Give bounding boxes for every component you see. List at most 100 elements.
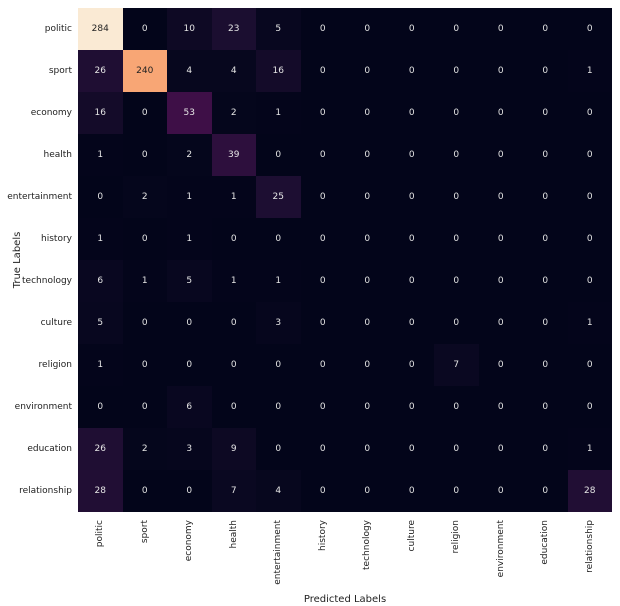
x-tick-label: relationship bbox=[585, 520, 595, 573]
heatmap-cell: 0 bbox=[568, 134, 613, 176]
heatmap-cell: 28 bbox=[78, 470, 123, 512]
heatmap-cell: 0 bbox=[345, 470, 390, 512]
heatmap-cell: 4 bbox=[212, 50, 257, 92]
heatmap-cell: 0 bbox=[390, 134, 435, 176]
y-tick-label: health bbox=[44, 150, 73, 160]
heatmap-cell: 5 bbox=[167, 260, 212, 302]
heatmap-cell: 16 bbox=[78, 92, 123, 134]
heatmap-cell: 5 bbox=[78, 302, 123, 344]
heatmap-cell: 0 bbox=[167, 344, 212, 386]
heatmap-cell: 0 bbox=[345, 344, 390, 386]
heatmap-cell: 0 bbox=[345, 176, 390, 218]
heatmap-cell: 1 bbox=[212, 260, 257, 302]
heatmap-cell: 0 bbox=[301, 176, 346, 218]
heatmap-cell: 0 bbox=[345, 302, 390, 344]
heatmap-cell: 0 bbox=[256, 344, 301, 386]
heatmap-cell: 1 bbox=[212, 176, 257, 218]
heatmap-cell: 0 bbox=[301, 386, 346, 428]
heatmap-cell: 6 bbox=[78, 260, 123, 302]
heatmap-cell: 0 bbox=[345, 218, 390, 260]
heatmap-cell: 0 bbox=[123, 92, 168, 134]
y-tick-label: sport bbox=[49, 66, 72, 76]
heatmap-cell: 0 bbox=[479, 344, 524, 386]
x-tick-label: environment bbox=[496, 520, 506, 577]
heatmap-cell: 0 bbox=[390, 8, 435, 50]
heatmap-cell: 0 bbox=[479, 218, 524, 260]
heatmap-cell: 0 bbox=[434, 134, 479, 176]
heatmap-cell: 0 bbox=[123, 344, 168, 386]
heatmap-cell: 0 bbox=[434, 218, 479, 260]
heatmap-cell: 0 bbox=[390, 92, 435, 134]
heatmap-cell: 6 bbox=[167, 386, 212, 428]
heatmap-cell: 0 bbox=[523, 92, 568, 134]
heatmap-cell: 0 bbox=[123, 470, 168, 512]
heatmap-cell: 0 bbox=[434, 428, 479, 470]
heatmap-cell: 26 bbox=[78, 50, 123, 92]
heatmap-cell: 4 bbox=[256, 470, 301, 512]
heatmap-cell: 53 bbox=[167, 92, 212, 134]
heatmap-cell: 1 bbox=[568, 428, 613, 470]
y-tick-label: environment bbox=[15, 402, 72, 412]
heatmap-cell: 0 bbox=[256, 218, 301, 260]
heatmap-cell: 1 bbox=[78, 218, 123, 260]
heatmap-cell: 0 bbox=[123, 302, 168, 344]
x-tick-label: entertainment bbox=[273, 520, 283, 585]
heatmap-cell: 0 bbox=[390, 428, 435, 470]
heatmap-cell: 0 bbox=[434, 302, 479, 344]
heatmap-cell: 0 bbox=[479, 134, 524, 176]
y-tick-label: technology bbox=[22, 276, 72, 286]
heatmap-cell: 28 bbox=[568, 470, 613, 512]
x-tick-label: politic bbox=[95, 520, 105, 547]
y-tick-label: entertainment bbox=[7, 192, 72, 202]
heatmap-cell: 39 bbox=[212, 134, 257, 176]
heatmap-cell: 0 bbox=[390, 344, 435, 386]
heatmap-cell: 16 bbox=[256, 50, 301, 92]
x-axis-label: Predicted Labels bbox=[304, 594, 386, 605]
heatmap-cell: 0 bbox=[479, 470, 524, 512]
heatmap-cell: 0 bbox=[167, 302, 212, 344]
heatmap-cell: 10 bbox=[167, 8, 212, 50]
heatmap-cell: 0 bbox=[301, 344, 346, 386]
y-tick-label: religion bbox=[39, 360, 72, 370]
y-tick-label: politic bbox=[45, 24, 72, 34]
heatmap-cell: 0 bbox=[301, 8, 346, 50]
heatmap-cell: 0 bbox=[78, 386, 123, 428]
heatmap-cell: 1 bbox=[167, 176, 212, 218]
heatmap-cell: 0 bbox=[479, 8, 524, 50]
heatmap-cell: 7 bbox=[212, 470, 257, 512]
heatmap-cell: 0 bbox=[479, 92, 524, 134]
x-tick-label: culture bbox=[407, 520, 417, 551]
heatmap-cell: 0 bbox=[523, 470, 568, 512]
heatmap-cell: 0 bbox=[78, 176, 123, 218]
heatmap-cell: 0 bbox=[123, 218, 168, 260]
y-tick-label: economy bbox=[31, 108, 72, 118]
heatmap-cell: 7 bbox=[434, 344, 479, 386]
heatmap-cell: 23 bbox=[212, 8, 257, 50]
heatmap-cell: 0 bbox=[568, 176, 613, 218]
heatmap-cell: 0 bbox=[256, 134, 301, 176]
heatmap-cell: 0 bbox=[301, 92, 346, 134]
heatmap-cell: 3 bbox=[167, 428, 212, 470]
heatmap-cell: 9 bbox=[212, 428, 257, 470]
x-tick-label: health bbox=[229, 520, 239, 549]
heatmap-cell: 0 bbox=[390, 470, 435, 512]
heatmap-cell: 0 bbox=[568, 218, 613, 260]
heatmap-cell: 0 bbox=[523, 134, 568, 176]
heatmap-cell: 0 bbox=[345, 92, 390, 134]
heatmap-cell: 284 bbox=[78, 8, 123, 50]
x-tick-label: economy bbox=[184, 520, 194, 561]
heatmap-grid: 2840102350000000262404416000000116053210… bbox=[78, 8, 612, 512]
x-tick-label: sport bbox=[140, 520, 150, 543]
heatmap-cell: 1 bbox=[568, 50, 613, 92]
x-tick-label: education bbox=[540, 520, 550, 565]
heatmap-cell: 0 bbox=[479, 50, 524, 92]
heatmap-cell: 25 bbox=[256, 176, 301, 218]
heatmap-cell: 0 bbox=[523, 176, 568, 218]
heatmap-cell: 0 bbox=[568, 92, 613, 134]
heatmap-cell: 0 bbox=[568, 386, 613, 428]
heatmap-cell: 0 bbox=[256, 428, 301, 470]
heatmap-cell: 2 bbox=[123, 176, 168, 218]
heatmap-cell: 0 bbox=[212, 218, 257, 260]
heatmap-cell: 0 bbox=[523, 386, 568, 428]
heatmap-cell: 0 bbox=[212, 344, 257, 386]
